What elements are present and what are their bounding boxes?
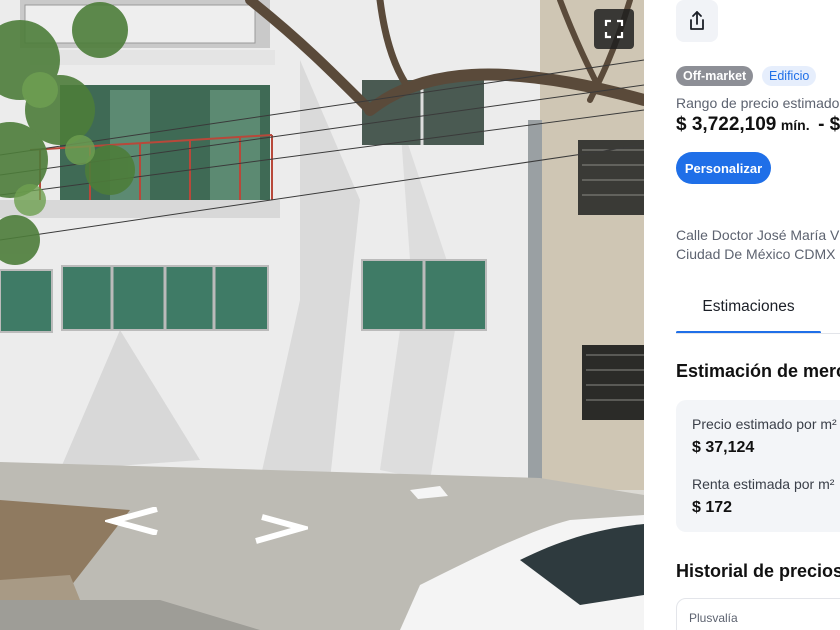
price-range: $ 3,722,109 mín. - $	[676, 114, 840, 136]
appreciation-card[interactable]: Plusvalía	[676, 598, 840, 630]
price-history-title: Historial de precios	[676, 561, 840, 581]
price-range-label: Rango de precio estimado	[676, 95, 840, 111]
address-line-2: Ciudad De México CDMX	[676, 246, 836, 262]
pan-left-button[interactable]	[105, 507, 163, 535]
price-range-separator: - $	[818, 114, 840, 135]
property-type-badge: Edificio	[762, 66, 817, 86]
address-line-1: Calle Doctor José María V	[676, 227, 840, 243]
rent-per-m2-value: $ 172	[692, 499, 733, 516]
price-min-unit: mín.	[780, 117, 810, 133]
market-estimate-title: Estimación de merc	[676, 361, 840, 381]
tabs-divider	[676, 333, 840, 334]
property-address: Calle Doctor José María V Ciudad De Méxi…	[676, 226, 839, 264]
rent-per-m2-label: Renta estimada por m²	[692, 476, 835, 492]
fullscreen-button[interactable]	[594, 9, 634, 49]
chevron-left-icon	[105, 507, 158, 535]
market-estimate-card: Precio estimado por m² $ 37,124 Renta es…	[676, 400, 840, 532]
share-button[interactable]	[676, 0, 718, 42]
fullscreen-icon	[604, 19, 624, 39]
pan-right-button[interactable]	[250, 514, 308, 544]
customize-button[interactable]: Personalizar	[676, 152, 771, 184]
appreciation-label: Plusvalía	[689, 611, 738, 625]
tab-estimations-label: Estimaciones	[702, 298, 795, 315]
price-per-m2-label: Precio estimado por m²	[692, 416, 837, 432]
property-details-panel: Off-market Edificio Rango de precio esti…	[644, 0, 840, 630]
share-icon	[690, 11, 704, 30]
price-per-m2-value: $ 37,124	[692, 439, 755, 456]
street-view-photo[interactable]	[0, 0, 644, 630]
building-facade-image	[0, 0, 644, 630]
chevron-right-icon	[255, 514, 308, 544]
tab-estimations[interactable]: Estimaciones	[676, 290, 821, 334]
status-badge: Off-market	[676, 66, 754, 86]
price-min-amount: $ 3,722,109	[676, 114, 777, 135]
